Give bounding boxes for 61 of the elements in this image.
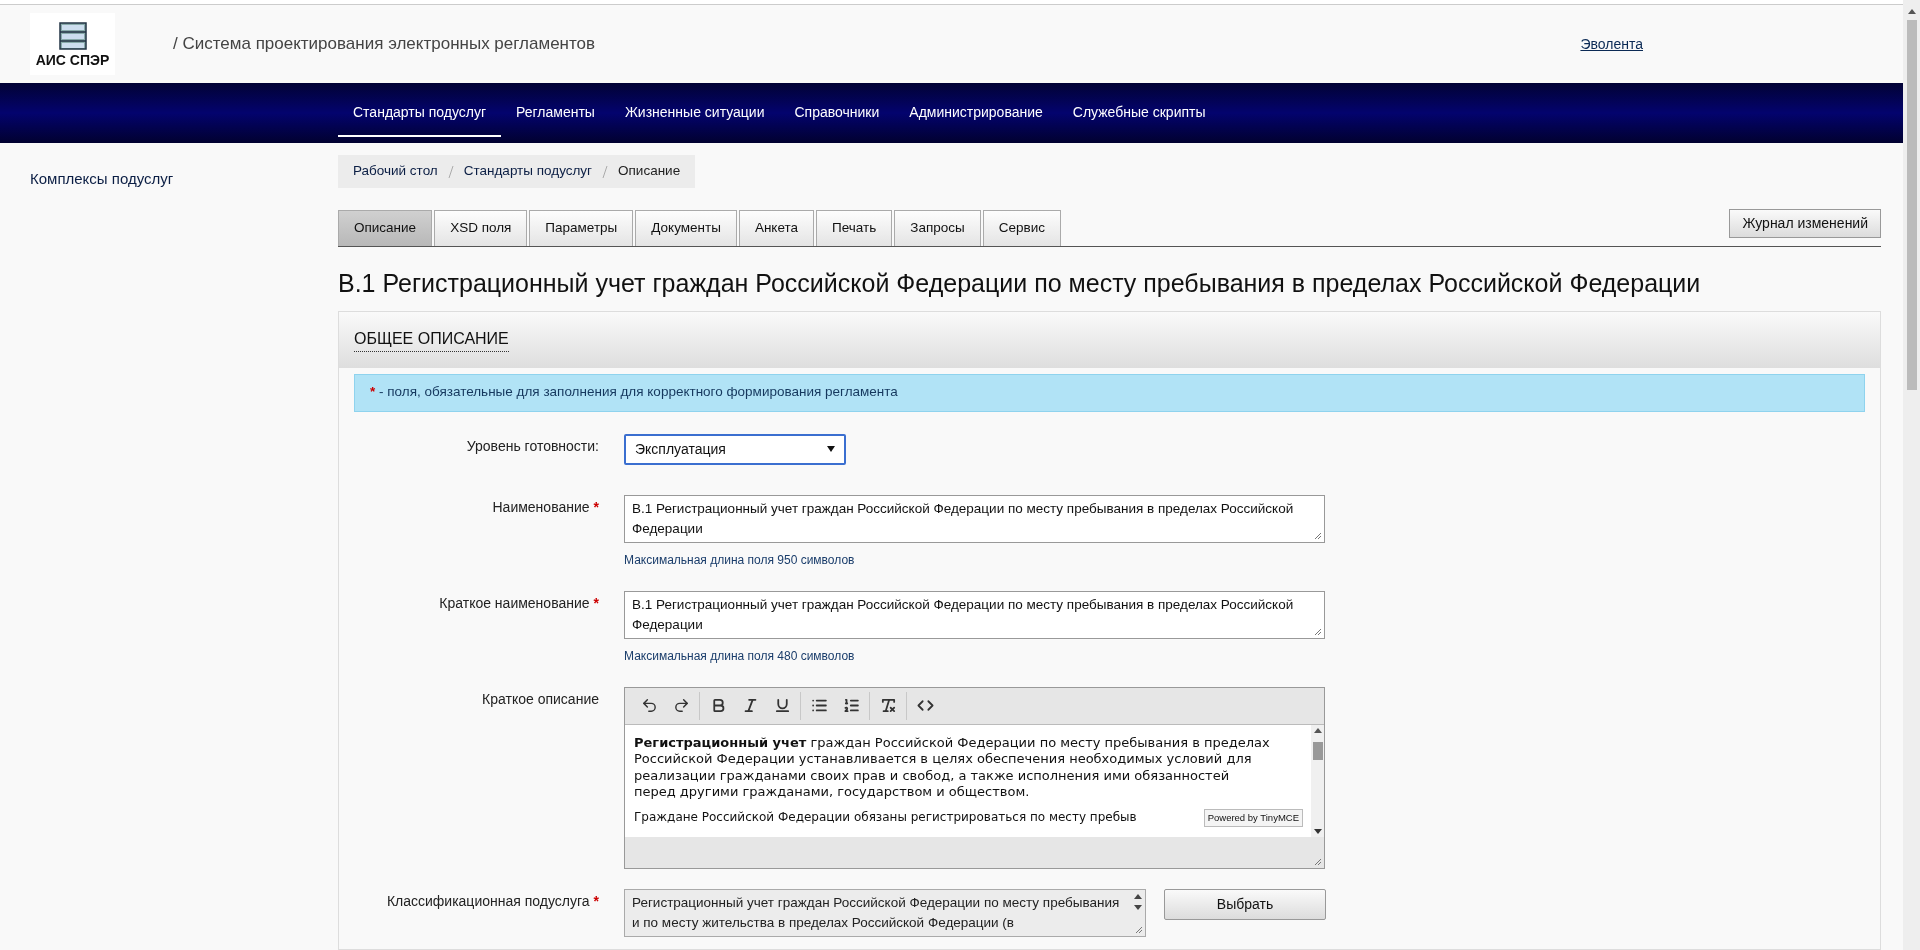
breadcrumb-separator-icon: [447, 165, 454, 178]
logo-text: АИС СПЭР: [35, 52, 110, 67]
scroll-up-icon[interactable]: [1313, 726, 1322, 733]
scroll-down-icon[interactable]: [1313, 828, 1322, 835]
breadcrumb-link[interactable]: Стандарты подуслуг: [463, 161, 593, 182]
field-label: Уровень готовности:: [466, 437, 599, 454]
nav-item[interactable]: Стандарты подуслуг: [338, 89, 502, 137]
scroll-down-icon[interactable]: [1134, 904, 1142, 911]
resize-grip-icon[interactable]: [1314, 627, 1322, 636]
page-scrollbar[interactable]: [1903, 0, 1920, 950]
field-label: Классификационная подуслуга: [386, 892, 590, 909]
tab[interactable]: Параметры: [529, 210, 634, 246]
tab[interactable]: Сервис: [982, 210, 1061, 246]
required-mark: *: [593, 594, 599, 611]
field-hint: Максимальная длина поля 480 символов: [624, 647, 856, 665]
tab[interactable]: Документы: [635, 210, 737, 246]
tab[interactable]: XSD поля: [434, 210, 528, 246]
tab[interactable]: Анкета: [738, 210, 815, 246]
field-label: Наименование: [492, 498, 590, 515]
subservice-field[interactable]: Регистрационный учет граждан Российской Федерации по месту пребывания и по месту жительства в пределах Российской Федерации (в: [624, 888, 1146, 937]
required-mark: *: [593, 498, 599, 515]
server-stack-icon: [58, 21, 87, 50]
app-title: / Система проектирования электронных регламентов: [173, 33, 596, 56]
scroll-up-icon[interactable]: [1907, 8, 1916, 14]
tab[interactable]: Запросы: [894, 210, 981, 246]
dropdown-arrow-icon: [827, 446, 835, 452]
breadcrumb-separator-icon: [602, 165, 609, 178]
text-area[interactable]: В.1 Регистрационный учет граждан Российской Федерации по месту пребывания в пределах Российской Федерации: [624, 590, 1325, 639]
editor-paragraph: Граждане Российской Федерации обязаны регистрироваться по месту пребыв: [634, 808, 1137, 825]
tab[interactable]: Печать: [816, 210, 893, 246]
nav-item[interactable]: Жизненные ситуации: [609, 89, 780, 137]
readiness-select[interactable]: Эксплуатация: [624, 433, 846, 465]
select-button[interactable]: Выбрать: [1164, 888, 1326, 920]
nav-item[interactable]: Справочники: [779, 89, 895, 137]
required-mark: *: [593, 892, 599, 909]
nav-item[interactable]: Регламенты: [501, 89, 610, 137]
field-hint: Максимальная длина поля 950 символов: [624, 551, 856, 569]
resize-grip-icon[interactable]: [1314, 857, 1322, 866]
breadcrumb-link[interactable]: Описание: [618, 161, 681, 182]
field-label: Краткое наименование: [439, 594, 590, 611]
page-heading: В.1 Регистрационный учет граждан Российской Федерации по месту пребывания в пределах Российской Федерации: [338, 268, 1702, 299]
editor-paragraph: Регистрационный учет граждан Российской Федерации по месту пребывания в пределах Российской Федерации устанавливается в целях обеспечения необходимых условий для реализации гражданами своих прав и свобод, а также исполнения ими обязанностей перед другими гражданами, государством и обществом.: [634, 734, 1271, 801]
text-area[interactable]: В.1 Регистрационный учет граждан Российской Федерации по месту пребывания в пределах Российской Федерации: [624, 494, 1325, 543]
scroll-thumb[interactable]: [1906, 20, 1917, 390]
nav-item[interactable]: Администрирование: [894, 89, 1058, 137]
editor-scrollbar[interactable]: [1311, 724, 1324, 837]
nav-item[interactable]: Служебные скрипты: [1057, 89, 1221, 137]
resize-grip-icon[interactable]: [1135, 925, 1143, 934]
sidebar-item[interactable]: Комплексы подуслуг: [30, 168, 338, 191]
panel-title[interactable]: ОБЩЕЕ ОПИСАНИЕ: [354, 327, 509, 352]
resize-grip-icon[interactable]: [1314, 531, 1322, 540]
logo[interactable]: АИС СПЭР: [30, 13, 115, 75]
user-link[interactable]: Эволента: [1580, 33, 1643, 55]
tab[interactable]: Описание: [338, 210, 433, 246]
powered-by-badge[interactable]: Powered by TinyMCE: [1203, 808, 1303, 827]
field-label: Краткое описание: [482, 690, 599, 707]
scroll-thumb[interactable]: [1312, 741, 1323, 760]
required-notice: * - поля, обязательные для заполнения для корректного формирования регламента: [370, 383, 898, 402]
changelog-button[interactable]: Журнал изменений: [1729, 209, 1881, 238]
breadcrumb-link[interactable]: Рабочий стол: [353, 161, 438, 182]
scroll-up-icon[interactable]: [1134, 892, 1142, 899]
